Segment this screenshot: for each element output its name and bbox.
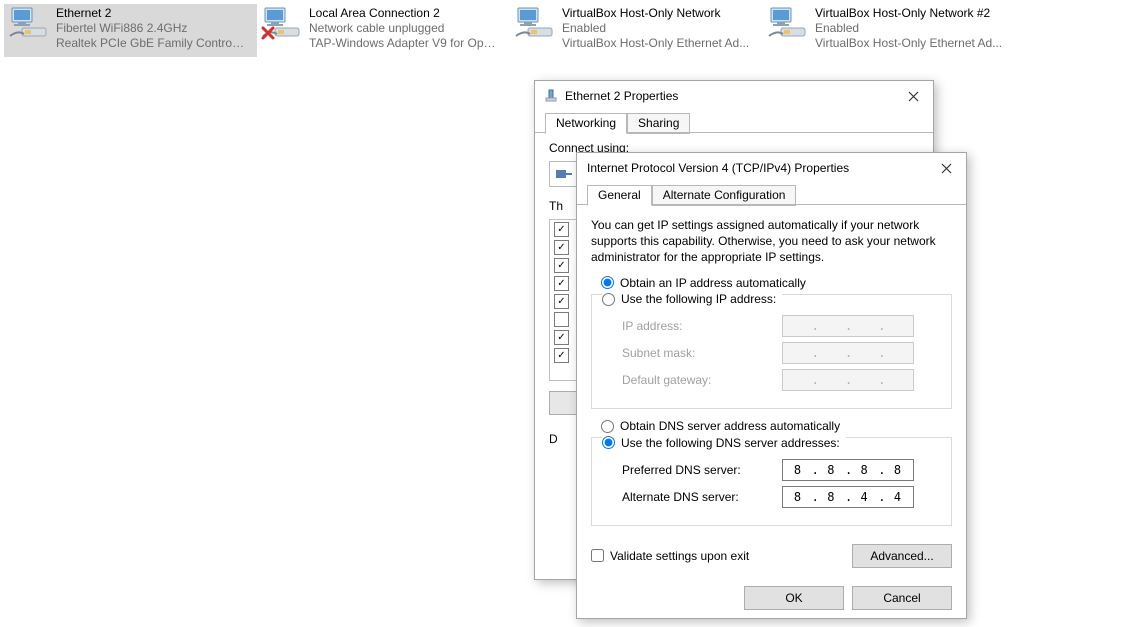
tab-general[interactable]: General	[587, 185, 652, 206]
adapter-item[interactable]: VirtualBox Host-Only Network #2 Enabled …	[763, 4, 1016, 57]
radio-dns-manual-label: Use the following DNS server addresses:	[621, 436, 840, 450]
adapter-text: Ethernet 2 Fibertel WiFi886 2.4GHz Realt…	[56, 6, 246, 51]
ip-address-row: IP address: ...	[622, 315, 939, 337]
radio-ip-auto-row[interactable]: Obtain an IP address automatically	[601, 276, 952, 290]
radio-dns-auto-row[interactable]: Obtain DNS server address automatically	[601, 419, 952, 433]
adapter-device: VirtualBox Host-Only Ethernet Ad...	[815, 36, 1002, 51]
ipv4-tabs: General Alternate Configuration	[577, 183, 966, 205]
adapter-device: VirtualBox Host-Only Ethernet Ad...	[562, 36, 749, 51]
adapter-list: Ethernet 2 Fibertel WiFi886 2.4GHz Realt…	[0, 0, 1131, 57]
ipv4-dialog-title: Internet Protocol Version 4 (TCP/IPv4) P…	[577, 161, 926, 175]
network-adapter-icon	[8, 6, 52, 44]
alt-dns-row: Alternate DNS server: 8. 8. 4. 4	[622, 486, 939, 508]
alt-dns-label: Alternate DNS server:	[622, 490, 782, 504]
pref-dns-oct1[interactable]: 8	[789, 463, 807, 477]
ip-groupbox: Use the following IP address: IP address…	[591, 294, 952, 410]
radio-ip-auto[interactable]	[601, 276, 614, 289]
alt-dns-oct2[interactable]: 8	[822, 490, 840, 504]
adapter-status: Fibertel WiFi886 2.4GHz	[56, 21, 246, 36]
subnet-input: ...	[782, 342, 914, 364]
ipv4-dialog-body: You can get IP settings assigned automat…	[577, 205, 966, 580]
validate-label: Validate settings upon exit	[610, 549, 749, 563]
adapter-status: Enabled	[562, 21, 749, 36]
network-adapter-icon	[514, 6, 558, 44]
adapter-name: VirtualBox Host-Only Network #2	[815, 6, 1002, 21]
adapter-status: Network cable unplugged	[309, 21, 499, 36]
radio-dns-auto[interactable]	[601, 420, 614, 433]
subnet-label: Subnet mask:	[622, 346, 782, 360]
pref-dns-label: Preferred DNS server:	[622, 463, 782, 477]
ethernet-dialog-icon	[543, 88, 559, 104]
radio-dns-manual[interactable]	[602, 436, 615, 449]
adapter-text: Local Area Connection 2 Network cable un…	[309, 6, 499, 51]
pref-dns-row: Preferred DNS server: 8. 8. 8. 8	[622, 459, 939, 481]
pref-dns-oct2[interactable]: 8	[822, 463, 840, 477]
dns-groupbox: Use the following DNS server addresses: …	[591, 437, 952, 526]
adapter-text: VirtualBox Host-Only Network #2 Enabled …	[815, 6, 1002, 51]
ipv4-properties-dialog: Internet Protocol Version 4 (TCP/IPv4) P…	[576, 152, 967, 619]
radio-ip-auto-label: Obtain an IP address automatically	[620, 276, 806, 290]
radio-ip-manual[interactable]	[602, 293, 615, 306]
subnet-row: Subnet mask: ...	[622, 342, 939, 364]
ethernet-dialog-titlebar[interactable]: Ethernet 2 Properties	[535, 81, 933, 111]
alt-dns-input[interactable]: 8. 8. 4. 4	[782, 486, 914, 508]
alt-dns-oct3[interactable]: 4	[856, 490, 874, 504]
ok-button[interactable]: OK	[744, 586, 844, 610]
network-adapter-icon	[767, 6, 811, 44]
gateway-input: ...	[782, 369, 914, 391]
radio-dns-manual-row[interactable]: Use the following DNS server addresses:	[602, 436, 846, 450]
ip-address-label: IP address:	[622, 319, 782, 333]
ethernet-tabs: Networking Sharing	[535, 111, 933, 133]
alt-dns-oct4[interactable]: 4	[889, 490, 907, 504]
radio-ip-manual-row[interactable]: Use the following IP address:	[602, 292, 782, 306]
adapter-device: Realtek PCIe GbE Family Controll...	[56, 36, 246, 51]
advanced-button[interactable]: Advanced...	[852, 544, 952, 568]
adapter-text: VirtualBox Host-Only Network Enabled Vir…	[562, 6, 749, 51]
ethernet-dialog-title: Ethernet 2 Properties	[565, 89, 893, 103]
tab-sharing[interactable]: Sharing	[627, 113, 690, 134]
adapter-name: Local Area Connection 2	[309, 6, 499, 21]
validate-checkbox-row[interactable]: Validate settings upon exit	[591, 549, 749, 563]
validate-checkbox[interactable]	[591, 549, 604, 562]
ipv4-hint-text: You can get IP settings assigned automat…	[591, 217, 952, 266]
gateway-row: Default gateway: ...	[622, 369, 939, 391]
adapter-name: VirtualBox Host-Only Network	[562, 6, 749, 21]
pref-dns-input[interactable]: 8. 8. 8. 8	[782, 459, 914, 481]
radio-ip-manual-label: Use the following IP address:	[621, 292, 776, 306]
radio-dns-auto-label: Obtain DNS server address automatically	[620, 419, 840, 433]
tab-alternate-config[interactable]: Alternate Configuration	[652, 185, 797, 206]
adapter-name: Ethernet 2	[56, 6, 246, 21]
ipv4-dialog-titlebar[interactable]: Internet Protocol Version 4 (TCP/IPv4) P…	[577, 153, 966, 183]
adapter-item[interactable]: Local Area Connection 2 Network cable un…	[257, 4, 510, 57]
gateway-label: Default gateway:	[622, 373, 782, 387]
pref-dns-oct3[interactable]: 8	[856, 463, 874, 477]
alt-dns-oct1[interactable]: 8	[789, 490, 807, 504]
tab-networking[interactable]: Networking	[545, 113, 627, 134]
close-icon[interactable]	[926, 154, 966, 182]
cancel-button[interactable]: Cancel	[852, 586, 952, 610]
ipv4-dialog-buttons: OK Cancel	[577, 580, 966, 622]
adapter-item[interactable]: Ethernet 2 Fibertel WiFi886 2.4GHz Realt…	[4, 4, 257, 57]
close-icon[interactable]	[893, 82, 933, 110]
adapter-status: Enabled	[815, 21, 1002, 36]
adapter-item[interactable]: VirtualBox Host-Only Network Enabled Vir…	[510, 4, 763, 57]
adapter-device: TAP-Windows Adapter V9 for Ope...	[309, 36, 499, 51]
pref-dns-oct4[interactable]: 8	[889, 463, 907, 477]
ip-address-input: ...	[782, 315, 914, 337]
network-adapter-icon	[261, 6, 305, 44]
